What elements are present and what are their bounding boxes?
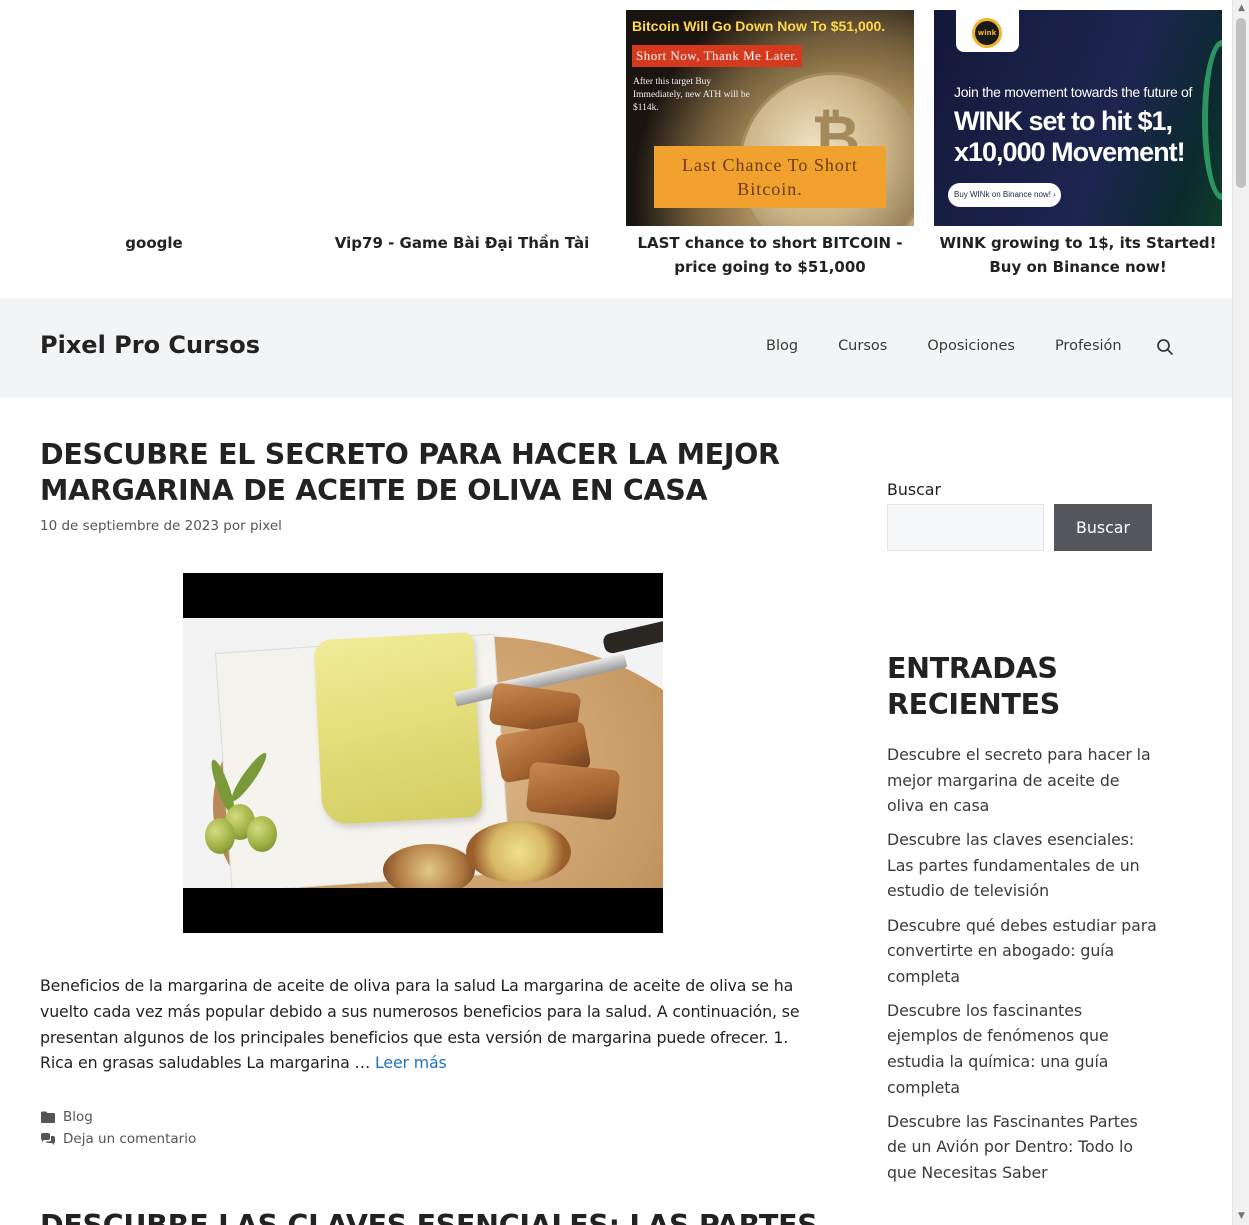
comments-icon: [41, 1133, 55, 1145]
nav-item-blog[interactable]: Blog: [766, 338, 798, 354]
ad-image-bitcoin[interactable]: ₿ Bitcoin Will Go Down Now To $51,000. S…: [626, 10, 914, 226]
ad-wink[interactable]: wink Join the movement towards the futur…: [934, 10, 1222, 279]
vertical-scrollbar[interactable]: ▲ ▼: [1232, 0, 1249, 1225]
margarine-photo: [183, 618, 663, 888]
search-label: Buscar: [887, 480, 941, 499]
folder-icon: [41, 1111, 55, 1123]
search-button[interactable]: Buscar: [1054, 504, 1152, 551]
featured-image[interactable]: [183, 573, 663, 933]
article-excerpt: Beneficios de la margarina de aceite de …: [40, 973, 810, 1076]
recent-posts-list: Descubre el secreto para hacer la mejor …: [887, 742, 1157, 1194]
knife-handle: [601, 618, 663, 655]
scrollbar-thumb[interactable]: [1236, 18, 1246, 188]
recent-posts-heading: ENTRADAS RECIENTES: [887, 652, 1060, 721]
ad-image-headline-1: WINK set to hit $1,: [954, 106, 1173, 136]
ad-image-wink[interactable]: wink Join the movement towards the futur…: [934, 10, 1222, 226]
search-icon[interactable]: [1156, 338, 1174, 356]
ad-image-button[interactable]: Buy WINk on Binance now! ›: [948, 183, 1061, 207]
comments-row: Deja un comentario: [40, 1128, 196, 1150]
comment-link[interactable]: Deja un comentario: [63, 1131, 196, 1147]
ad-image-banner: Last Chance To Short Bitcoin.: [654, 146, 886, 208]
read-more-link[interactable]: Leer más: [375, 1053, 447, 1072]
toast-with-margarine: [466, 821, 571, 883]
site-header: Pixel Pro Cursos Blog Cursos Oposiciones…: [0, 298, 1232, 398]
site-title[interactable]: Pixel Pro Cursos: [40, 331, 260, 359]
main-nav: Blog Cursos Oposiciones Profesión: [766, 338, 1162, 354]
ad-image-button-label: Buy WINk on Binance now!: [954, 190, 1051, 199]
recent-post-link[interactable]: Descubre qué debes estudiar para convert…: [887, 913, 1157, 990]
article-date[interactable]: 10 de septiembre de 2023: [40, 518, 219, 534]
scroll-up-arrow-icon[interactable]: ▲: [1233, 0, 1249, 17]
category-row: Blog: [40, 1106, 196, 1128]
nav-item-cursos[interactable]: Cursos: [838, 338, 887, 354]
decorative-arc: [1202, 40, 1222, 200]
category-link[interactable]: Blog: [63, 1109, 93, 1125]
ad-image-headline-2: x10,000 Movement!: [954, 137, 1186, 167]
article-title[interactable]: DESCUBRE EL SECRETO PARA HACER LA MEJOR …: [40, 437, 800, 509]
olive: [205, 818, 235, 854]
ad-image-text: After this target Buy Immediately, new A…: [633, 77, 750, 113]
wink-logo-icon: wink: [972, 18, 1002, 48]
olive: [247, 816, 277, 852]
ad-google[interactable]: google: [10, 10, 298, 255]
ad-caption[interactable]: LAST chance to short BITCOIN - price goi…: [626, 231, 914, 279]
ad-image-blank: [318, 10, 606, 226]
recent-post-link[interactable]: Descubre el secreto para hacer la mejor …: [887, 742, 1157, 819]
ad-image-subheadline: Short Now, Thank Me Later.: [632, 45, 803, 67]
ad-row: google Vip79 - Game Bài Đại Thần Tài ₿ B…: [0, 0, 1232, 298]
ad-bitcoin[interactable]: ₿ Bitcoin Will Go Down Now To $51,000. S…: [626, 10, 914, 279]
wink-logo-box: wink: [956, 10, 1019, 52]
ad-caption[interactable]: WINK growing to 1$, its Started! Buy on …: [934, 231, 1222, 279]
ad-image-subheadline: Join the movement towards the future of: [954, 84, 1193, 100]
article-author[interactable]: pixel: [250, 518, 282, 534]
search-input[interactable]: [887, 504, 1044, 551]
article-footer-meta: Blog Deja un comentario: [40, 1106, 196, 1150]
article-by: por: [223, 518, 246, 534]
recent-post-link[interactable]: Descubre las claves esenciales: Las part…: [887, 827, 1157, 904]
ad-caption[interactable]: google: [10, 231, 298, 255]
article-meta: 10 de septiembre de 2023 por pixel: [40, 518, 282, 534]
ad-image-blank: [10, 10, 298, 226]
nav-item-profesion[interactable]: Profesión: [1055, 338, 1122, 354]
margarine-block: [313, 631, 483, 826]
recent-post-link[interactable]: Descubre los fascinantes ejemplos de fen…: [887, 998, 1157, 1100]
toast: [383, 844, 475, 888]
toast: [525, 761, 621, 821]
recent-post-link[interactable]: Descubre las Fascinantes Partes de un Av…: [887, 1109, 1157, 1186]
nav-item-oposiciones[interactable]: Oposiciones: [927, 338, 1015, 354]
ad-vip79[interactable]: Vip79 - Game Bài Đại Thần Tài: [318, 10, 606, 255]
scroll-down-arrow-icon[interactable]: ▼: [1233, 1208, 1249, 1225]
ad-image-headline: Bitcoin Will Go Down Now To $51,000.: [632, 18, 886, 34]
ad-caption[interactable]: Vip79 - Game Bài Đại Thần Tài: [318, 231, 606, 255]
next-article-title[interactable]: DESCUBRE LAS CLAVES ESENCIALES: LAS PART…: [40, 1208, 818, 1225]
